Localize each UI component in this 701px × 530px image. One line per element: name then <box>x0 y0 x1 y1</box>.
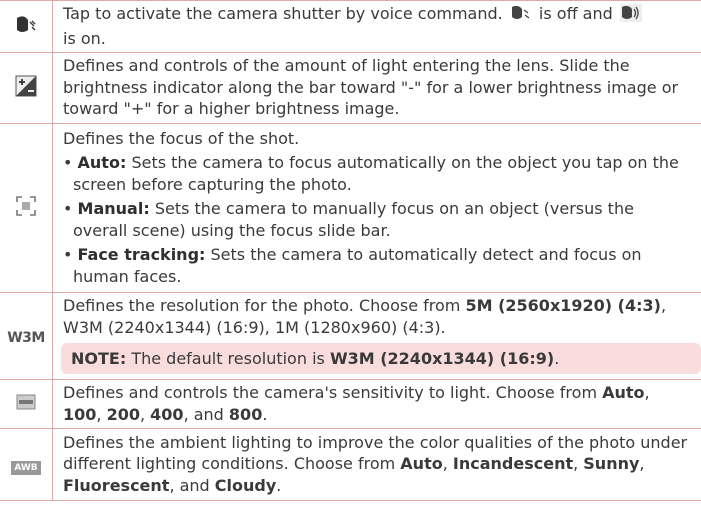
brightness-icon <box>15 75 37 97</box>
description-text: Defines the focus of the shot. <box>63 128 300 148</box>
iso-icon <box>16 394 36 410</box>
note-label: NOTE: <box>71 349 127 369</box>
voice-off-icon <box>510 4 532 28</box>
list-item: • Manual: Sets the camera to manually fo… <box>63 199 634 240</box>
table-row: Tap to activate the camera shutter by vo… <box>0 0 701 53</box>
table-row: Defines and controls of the amount of li… <box>0 52 701 124</box>
note-text: The default resolution is <box>131 349 325 369</box>
note-text: . <box>554 349 560 369</box>
separator: , <box>644 383 650 402</box>
separator: , <box>573 454 584 474</box>
description-text: is on. <box>63 28 106 48</box>
description-text: Tap to activate the camera shutter by vo… <box>63 4 503 23</box>
icon-cell <box>0 123 53 293</box>
option-value: Auto <box>400 454 443 474</box>
white-balance-description: Defines the ambient lighting to improve … <box>52 428 701 501</box>
icon-cell <box>0 0 53 53</box>
focus-icon <box>16 196 36 216</box>
table-row: Defines the focus of the shot. • Auto: S… <box>0 123 701 293</box>
separator: , <box>442 454 453 474</box>
resolution-description: Defines the resolution for the photo. Ch… <box>52 292 701 380</box>
table-row: Defines and controls the camera's sensit… <box>0 379 701 429</box>
description-text: Defines and controls of the amount of li… <box>63 56 679 119</box>
option-value: 800 <box>228 404 263 424</box>
list-item: • Face tracking: Sets the camera to auto… <box>63 245 642 286</box>
note-value: W3M (2240x1344) (16:9) <box>329 349 555 369</box>
separator: , <box>96 404 107 424</box>
icon-cell: AWB <box>0 428 53 501</box>
feature-table: Tap to activate the camera shutter by vo… <box>0 0 701 501</box>
separator: . <box>262 404 268 424</box>
option-value: Cloudy <box>214 475 277 495</box>
option-value: Incandescent <box>452 454 574 474</box>
icon-cell: W3M <box>0 292 53 380</box>
icon-cell <box>0 379 53 429</box>
description-text: Defines and controls the camera's sensit… <box>63 383 598 402</box>
option-value: Auto <box>602 383 645 402</box>
icon-cell <box>0 52 53 124</box>
option-value: Fluorescent <box>63 475 170 495</box>
brightness-description: Defines and controls of the amount of li… <box>52 52 701 124</box>
table-row: AWB Defines the ambient lighting to impr… <box>0 428 701 501</box>
bullet-label: Manual: <box>77 199 150 219</box>
voice-on-icon <box>619 4 642 28</box>
option-value: 5M (2560x1920) (4:3) <box>465 296 661 316</box>
note-box: NOTE: The default resolution is W3M (224… <box>61 343 701 374</box>
focus-description: Defines the focus of the shot. • Auto: S… <box>52 123 701 293</box>
description-text: Defines the resolution for the photo. Ch… <box>63 296 461 316</box>
description-text: is off and <box>538 4 613 23</box>
list-item: • Auto: Sets the camera to focus automat… <box>63 153 679 194</box>
option-value: 200 <box>106 404 140 424</box>
option-value: 100 <box>63 404 97 424</box>
separator: . <box>276 475 282 495</box>
separator: , <box>139 404 151 424</box>
voice-shutter-description: Tap to activate the camera shutter by vo… <box>52 0 701 53</box>
separator: , and <box>183 404 229 424</box>
separator: , and <box>169 475 215 495</box>
white-balance-icon: AWB <box>11 460 41 475</box>
resolution-icon: W3M <box>7 329 45 346</box>
option-value: Sunny <box>583 454 640 474</box>
table-row: W3M Defines the resolution for the photo… <box>0 292 701 380</box>
bullet-label: Face tracking: <box>77 245 206 265</box>
iso-description: Defines and controls the camera's sensit… <box>52 379 701 429</box>
bullet-label: Auto: <box>77 153 127 173</box>
voice-shutter-icon <box>17 15 36 32</box>
bullet-text: Sets the camera to focus automatically o… <box>73 153 679 194</box>
separator: , <box>639 454 645 474</box>
option-value: 400 <box>150 404 184 424</box>
bullet-text: Sets the camera to manually focus on an … <box>73 199 634 240</box>
